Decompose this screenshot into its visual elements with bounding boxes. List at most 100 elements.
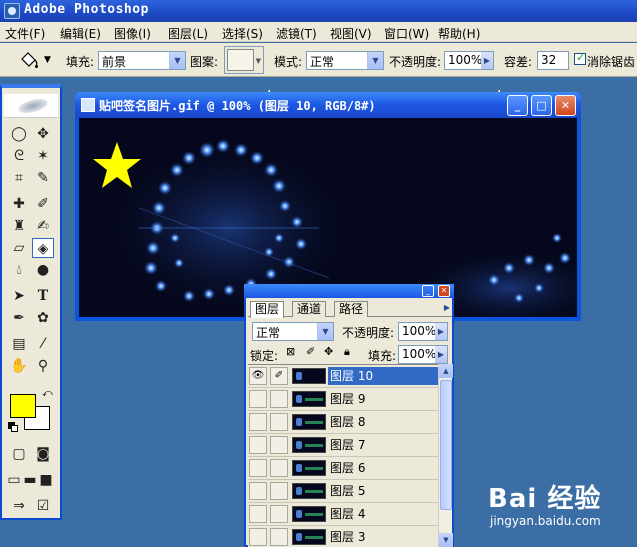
foreground-color-swatch[interactable] [10,394,36,418]
layer-opacity-input[interactable]: 100% ▶ [398,322,448,341]
visibility-box[interactable] [249,436,267,454]
slider-arrow-icon[interactable]: ▶ [481,52,493,69]
lock-image-icon[interactable]: ✐ [306,345,315,358]
pattern-picker[interactable]: ▼ [224,46,264,74]
screen-mode-standard-icon[interactable]: ▭ [6,470,22,490]
document-title-bar[interactable]: 贴吧签名图片.gif @ 100% (图层 10, RGB/8#) _ □ ✕ [75,92,581,118]
slice-tool-icon[interactable]: ✎ [32,168,54,188]
lock-transparent-icon[interactable]: ⊠ [286,345,295,358]
app-title-bar: Adobe Photoshop [0,0,637,22]
lasso-tool-icon[interactable]: ᘓ [8,146,30,166]
blur-tool-icon[interactable]: 💧︎ [8,260,30,280]
panel-menu-icon[interactable]: ▶ [444,303,450,312]
tab-paths[interactable]: 路径 [334,301,369,317]
menu-view[interactable]: 视图(V) [330,25,372,42]
crop-tool-icon[interactable]: ⌗ [8,168,30,188]
close-button[interactable]: ✕ [555,95,576,116]
custom-shape-tool-icon[interactable]: ✿ [32,308,54,328]
healing-brush-tool-icon[interactable]: ✚ [8,194,30,214]
layer-row[interactable]: 图层 4 [248,503,438,526]
layer-fill-input[interactable]: 100% ▶ [398,345,448,364]
clone-stamp-tool-icon[interactable]: ♜ [8,216,30,236]
standard-mode-icon[interactable]: ▢ [8,444,30,464]
layer-row[interactable]: 图层 3 [248,526,438,547]
lock-all-icon[interactable]: 🔒︎ [344,345,350,359]
dodge-tool-icon[interactable]: ● [32,260,54,280]
visibility-box[interactable] [249,505,267,523]
menu-filter[interactable]: 滤镜(T) [276,25,317,42]
tab-layers[interactable]: 图层 [250,301,285,318]
menu-edit[interactable]: 编辑(E) [60,25,101,42]
link-box[interactable] [270,436,288,454]
visibility-box[interactable] [249,482,267,500]
blend-mode-select[interactable]: 正常 ▼ [252,322,334,341]
menu-image[interactable]: 图像(I) [114,25,151,42]
antialias-checkbox[interactable] [574,51,586,65]
magic-wand-tool-icon[interactable]: ✶ [32,146,54,166]
swap-colors-icon[interactable]: ⤺ [42,388,53,399]
layer-thumbnail [292,529,326,545]
default-colors-icon[interactable] [8,422,18,432]
path-selection-tool-icon[interactable]: ➤ [8,286,30,306]
maximize-button[interactable]: □ [531,95,552,116]
paint-bucket-icon[interactable] [18,50,40,70]
layer-row[interactable]: 图层 6 [248,457,438,480]
tool-preset-arrow-icon[interactable]: ▼ [44,55,51,65]
eraser-tool-icon[interactable]: ▱ [8,238,30,258]
slider-arrow-icon[interactable]: ▶ [435,346,447,363]
fill-source-select[interactable]: 前景 ▼ [98,51,186,70]
notes-tool-icon[interactable]: ▤ [8,334,30,354]
pen-tool-icon[interactable]: ✒ [8,308,30,328]
menu-select[interactable]: 选择(S) [222,25,263,42]
layer-row[interactable]: 图层 9 [248,388,438,411]
type-tool-icon[interactable]: T [32,286,54,306]
brush-tool-icon[interactable]: ✐ [32,194,54,214]
menu-help[interactable]: 帮助(H) [438,25,480,42]
screen-mode-full-menu-icon[interactable]: ▬ [22,470,38,490]
scroll-down-icon[interactable]: ▼ [439,533,453,547]
visibility-box[interactable] [249,459,267,477]
menu-layer[interactable]: 图层(L) [168,25,208,42]
lock-position-icon[interactable]: ✥ [324,345,333,358]
eyedropper-tool-icon[interactable]: ⁄ [32,334,54,354]
link-box[interactable] [270,505,288,523]
menu-file[interactable]: 文件(F) [5,25,45,42]
layer-list-scrollbar[interactable]: ▲ ▼ [438,364,453,547]
scrollbar-thumb[interactable] [440,380,452,510]
minimize-button[interactable]: _ [507,95,528,116]
slider-arrow-icon[interactable]: ▶ [435,323,447,340]
link-box[interactable] [270,413,288,431]
history-brush-tool-icon[interactable]: ✍ [32,216,54,236]
visibility-box[interactable] [249,528,267,546]
brush-icon[interactable]: ✐ [270,367,288,385]
mode-select[interactable]: 正常 ▼ [306,51,384,70]
menu-window[interactable]: 窗口(W) [384,25,429,42]
move-tool-icon[interactable]: ✥ [32,124,54,144]
layer-row[interactable]: 图层 8 [248,411,438,434]
marquee-tool-icon[interactable]: ◯ [8,124,30,144]
screen-mode-full-icon[interactable]: ■ [38,470,54,490]
layer-row[interactable]: 图层 7 [248,434,438,457]
link-box[interactable] [270,459,288,477]
visibility-box[interactable] [249,390,267,408]
link-box[interactable] [270,482,288,500]
zoom-tool-icon[interactable]: ⚲ [32,356,54,376]
link-box[interactable] [270,390,288,408]
visibility-box[interactable] [249,413,267,431]
tab-channels[interactable]: 通道 [292,301,327,317]
layers-panel-title-bar[interactable]: _ ✕ [244,284,454,298]
hand-tool-icon[interactable]: ✋ [8,356,30,376]
jump-to-imageready-icon[interactable]: ⇒ [8,496,30,516]
eye-icon[interactable]: 👁︎ [249,367,267,385]
opacity-input[interactable]: 100% ▶ [444,51,494,70]
imageready-icon[interactable]: ☑ [32,496,54,516]
layer-row[interactable]: 图层 5 [248,480,438,503]
tolerance-input[interactable]: 32 [537,51,569,70]
layer-row[interactable]: 👁︎ ✐ 图层 10 [248,365,438,388]
paint-bucket-tool-icon[interactable]: ◈ [32,238,54,258]
panel-minimize-button[interactable]: _ [422,285,434,297]
quick-mask-mode-icon[interactable]: ◙ [32,444,54,464]
panel-close-button[interactable]: ✕ [438,285,450,297]
link-box[interactable] [270,528,288,546]
scroll-up-icon[interactable]: ▲ [439,364,453,378]
